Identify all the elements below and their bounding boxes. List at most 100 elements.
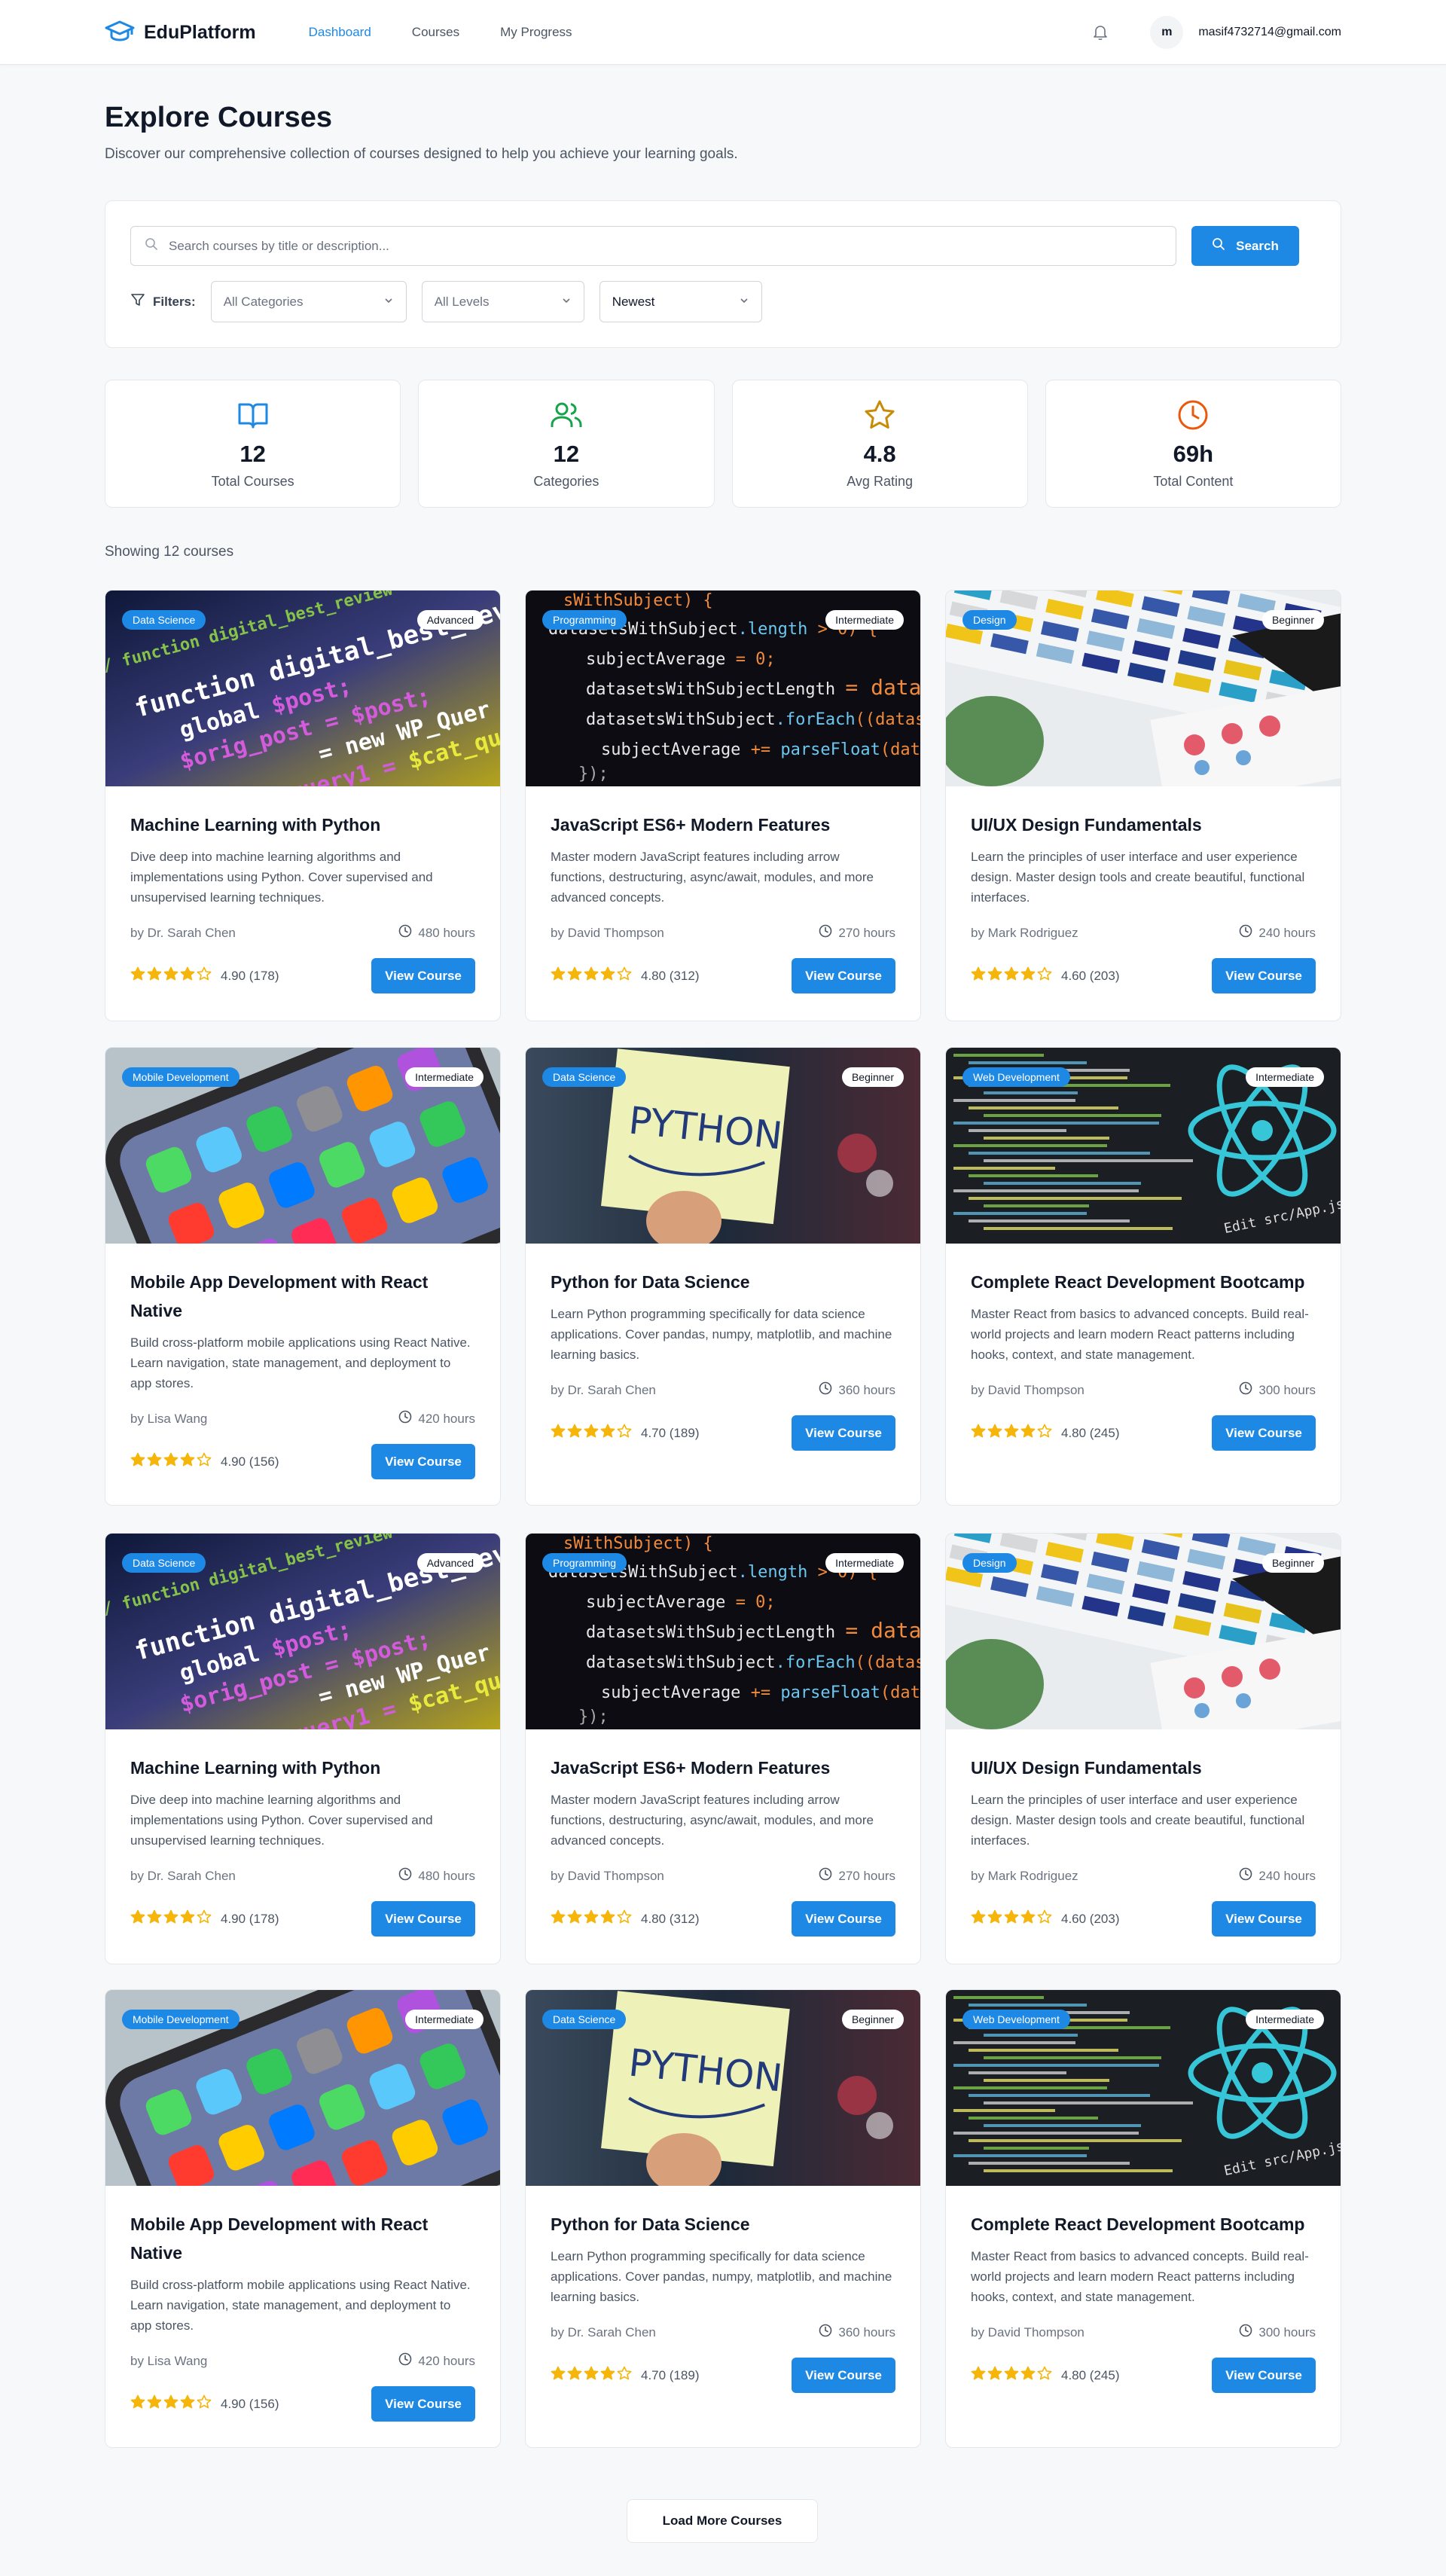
course-title[interactable]: Mobile App Development with React Native — [130, 1268, 475, 1325]
star-rating — [971, 2366, 1052, 2385]
course-duration: 300 hours — [1239, 2324, 1316, 2341]
svg-text:});: }); — [578, 1708, 609, 1726]
course-card[interactable]: // function digital_best_review function… — [105, 590, 501, 1021]
course-thumbnail[interactable]: Edit src/App.js and save Web Development… — [946, 1990, 1341, 2186]
stat-label: Avg Rating — [847, 474, 913, 489]
star-filled-icon — [163, 966, 178, 985]
star-filled-icon — [567, 1909, 582, 1928]
view-course-button[interactable]: View Course — [371, 1444, 475, 1479]
course-thumbnail[interactable]: sWithSubject) { datasetsWithSubject.leng… — [526, 591, 920, 786]
view-course-button[interactable]: View Course — [792, 1901, 895, 1937]
course-card[interactable]: Edit src/App.js and save Web Development… — [945, 1989, 1341, 2448]
course-title[interactable]: UI/UX Design Fundamentals — [971, 1753, 1316, 1782]
nav-link-courses[interactable]: Courses — [412, 25, 459, 40]
instructor-name: by Lisa Wang — [130, 2353, 208, 2368]
course-rating: 4.90 (156) — [130, 1452, 279, 1471]
course-thumbnail[interactable]: // function digital_best_review function… — [105, 1534, 500, 1729]
course-thumbnail[interactable]: Design Beginner — [946, 1534, 1341, 1729]
view-course-button[interactable]: View Course — [1212, 2358, 1316, 2393]
course-card[interactable]: Mobile Development Intermediate Mobile A… — [105, 1989, 501, 2448]
clock-icon — [398, 1867, 412, 1885]
course-title[interactable]: JavaScript ES6+ Modern Features — [551, 810, 895, 839]
course-card[interactable]: sWithSubject) { datasetsWithSubject.leng… — [525, 590, 921, 1021]
star-empty-icon — [197, 2394, 212, 2413]
search-button[interactable]: Search — [1191, 226, 1299, 266]
course-rating: 4.90 (178) — [130, 1909, 279, 1928]
view-course-button[interactable]: View Course — [1212, 958, 1316, 993]
course-title[interactable]: Machine Learning with Python — [130, 1753, 475, 1782]
course-thumbnail[interactable]: Edit src/App.js and save Web Development… — [946, 1048, 1341, 1244]
level-badge: Intermediate — [405, 1067, 484, 1087]
course-description: Learn the principles of user interface a… — [971, 850, 1305, 905]
stat-avg-rating: 4.8 Avg Rating — [731, 380, 1028, 508]
view-course-button[interactable]: View Course — [371, 958, 475, 993]
course-card[interactable]: // function digital_best_review function… — [105, 1533, 501, 1964]
avatar[interactable]: m — [1150, 16, 1184, 49]
rating-value: 4.80 (312) — [641, 1911, 700, 1926]
nav-link-dashboard[interactable]: Dashboard — [309, 25, 371, 40]
load-more-button[interactable]: Load More Courses — [627, 2499, 818, 2543]
star-rating — [971, 1424, 1052, 1442]
search-field[interactable] — [130, 226, 1176, 266]
star-filled-icon — [567, 966, 582, 985]
course-title[interactable]: Python for Data Science — [551, 1268, 895, 1296]
course-card[interactable]: Mobile Development Intermediate Mobile A… — [105, 1047, 501, 1506]
course-thumbnail[interactable]: sWithSubject) { datasetsWithSubject.leng… — [526, 1534, 920, 1729]
course-title[interactable]: Python for Data Science — [551, 2210, 895, 2239]
view-course-button[interactable]: View Course — [371, 2386, 475, 2422]
course-description: Learn Python programming specifically fo… — [551, 1307, 892, 1362]
star-empty-icon — [1037, 2366, 1052, 2385]
course-thumbnail[interactable]: Mobile Development Intermediate — [105, 1990, 500, 2186]
course-title[interactable]: Mobile App Development with React Native — [130, 2210, 475, 2267]
course-card[interactable]: Edit src/App.js and save Web Development… — [945, 1047, 1341, 1506]
course-duration: 270 hours — [819, 924, 895, 942]
view-course-button[interactable]: View Course — [792, 958, 895, 993]
course-card[interactable]: Design Beginner UI/UX Design Fundamental… — [945, 1533, 1341, 1964]
stat-label: Total Courses — [211, 474, 294, 489]
star-filled-icon — [971, 966, 986, 985]
level-select[interactable]: All Levels — [421, 281, 584, 322]
course-title[interactable]: Machine Learning with Python — [130, 810, 475, 839]
view-course-button[interactable]: View Course — [792, 2358, 895, 2393]
category-select[interactable]: All Categories — [210, 281, 407, 322]
level-badge: Beginner — [841, 1067, 904, 1087]
course-duration: 420 hours — [398, 1410, 475, 1427]
star-filled-icon — [600, 2366, 615, 2385]
sort-select[interactable]: Newest — [599, 281, 762, 322]
stat-total-courses: 12 Total Courses — [105, 380, 401, 508]
rating-value: 4.80 (245) — [1061, 2367, 1120, 2382]
course-thumbnail[interactable]: PYTHON Data Science Beginner — [526, 1048, 920, 1244]
course-title[interactable]: Complete React Development Bootcamp — [971, 1268, 1316, 1296]
brand-logo[interactable]: EduPlatform — [105, 20, 256, 46]
user-email[interactable]: masif4732714@gmail.com — [1198, 26, 1341, 39]
course-thumbnail[interactable]: PYTHON Data Science Beginner — [526, 1990, 920, 2186]
instructor-name: by Mark Rodriguez — [971, 1868, 1078, 1883]
star-filled-icon — [163, 1909, 178, 1928]
category-badge: Mobile Development — [122, 1067, 239, 1087]
course-thumbnail[interactable]: Design Beginner — [946, 591, 1341, 786]
nav-link-my-progress[interactable]: My Progress — [500, 25, 572, 40]
view-course-button[interactable]: View Course — [792, 1415, 895, 1451]
course-thumbnail[interactable]: // function digital_best_review function… — [105, 591, 500, 786]
search-input[interactable] — [169, 238, 1176, 254]
course-card[interactable]: PYTHON Data Science Beginner Python for … — [525, 1047, 921, 1506]
course-thumbnail[interactable]: Mobile Development Intermediate — [105, 1048, 500, 1244]
bell-icon[interactable] — [1093, 24, 1108, 41]
course-card[interactable]: sWithSubject) { datasetsWithSubject.leng… — [525, 1533, 921, 1964]
view-course-button[interactable]: View Course — [1212, 1901, 1316, 1937]
course-title[interactable]: JavaScript ES6+ Modern Features — [551, 1753, 895, 1782]
instructor-name: by Dr. Sarah Chen — [130, 925, 236, 940]
course-title[interactable]: Complete React Development Bootcamp — [971, 2210, 1316, 2239]
course-title[interactable]: UI/UX Design Fundamentals — [971, 810, 1316, 839]
view-course-button[interactable]: View Course — [1212, 1415, 1316, 1451]
course-card[interactable]: PYTHON Data Science Beginner Python for … — [525, 1989, 921, 2448]
star-empty-icon — [617, 1909, 632, 1928]
category-badge: Design — [962, 610, 1017, 630]
star-filled-icon — [971, 1424, 986, 1442]
view-course-button[interactable]: View Course — [371, 1901, 475, 1937]
clock-icon — [398, 2352, 412, 2370]
clock-icon — [1239, 1867, 1252, 1885]
svg-text:subjectAverage = 0;: subjectAverage = 0; — [586, 650, 776, 669]
course-card[interactable]: Design Beginner UI/UX Design Fundamental… — [945, 590, 1341, 1021]
page-title: Explore Courses — [105, 102, 332, 133]
